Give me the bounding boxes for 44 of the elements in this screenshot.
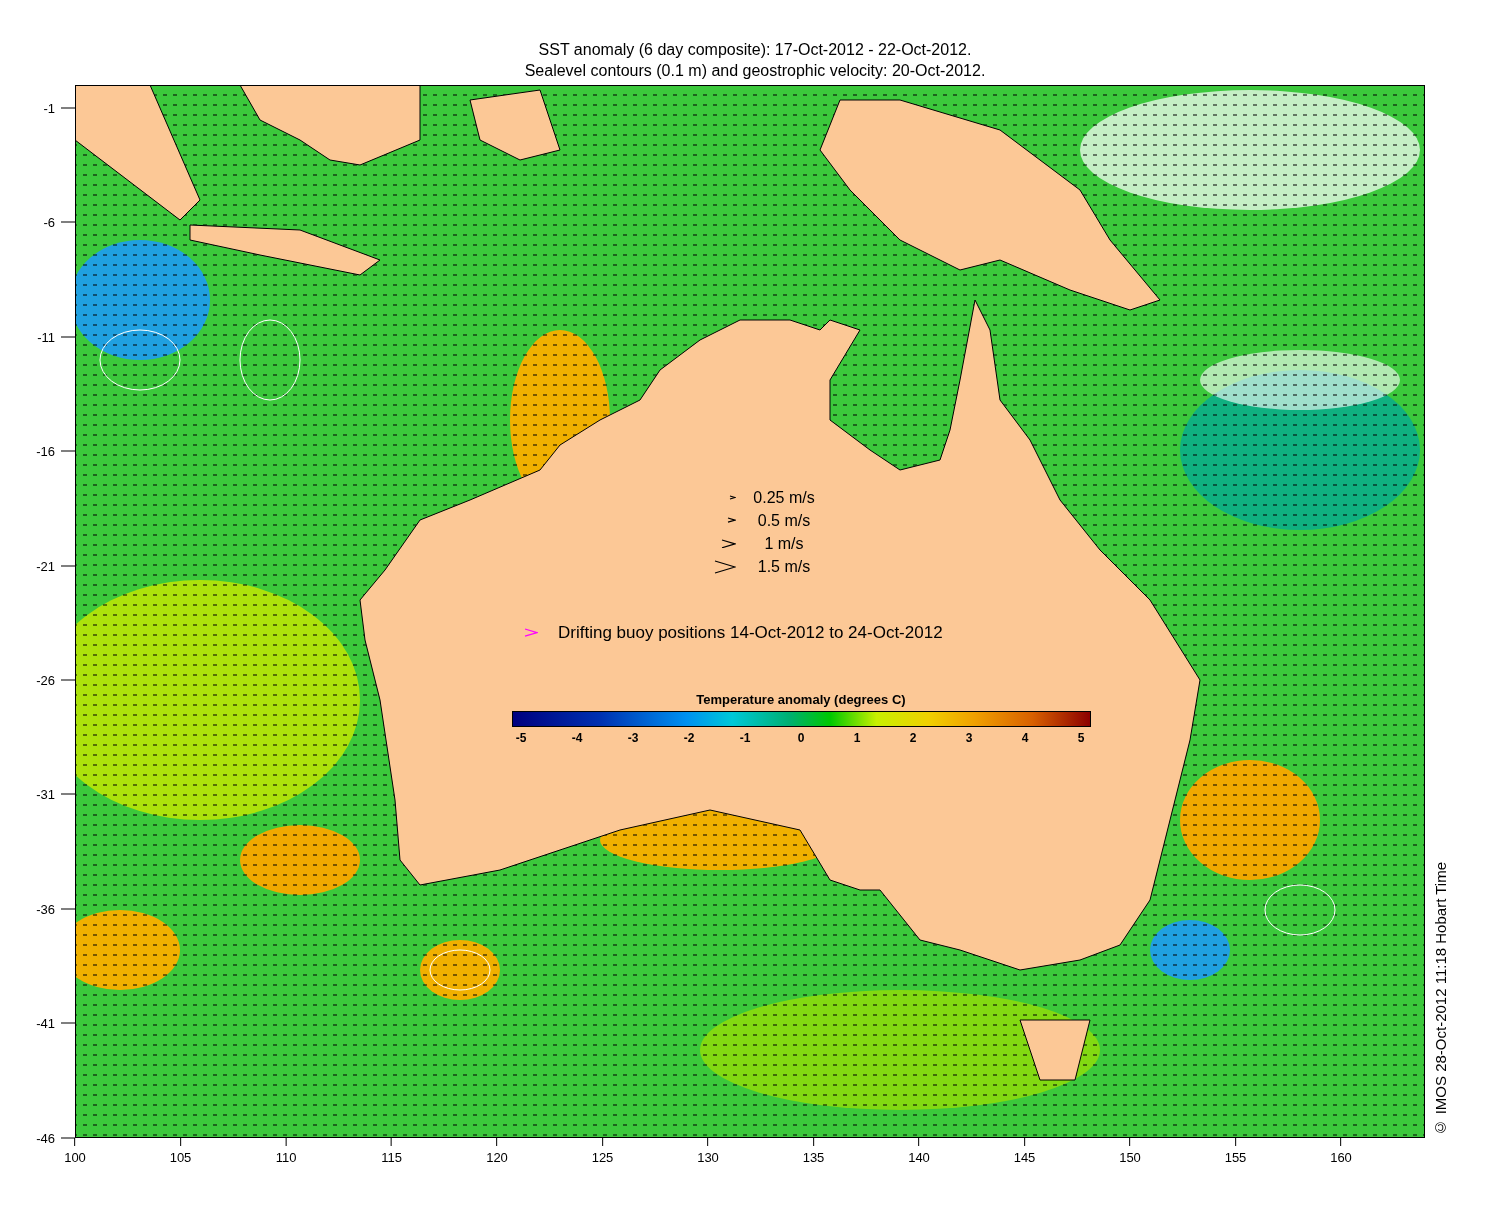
x-tick-label: 140: [908, 1150, 930, 1165]
x-tick-label: 145: [1013, 1150, 1036, 1165]
y-tick-label: -6: [43, 214, 55, 230]
y-tick-label: -46: [36, 1130, 55, 1146]
y-tick-label: -31: [36, 786, 55, 802]
y-tick-label: -16: [36, 443, 55, 459]
colorbar-tick-label: 2: [908, 731, 918, 745]
x-tick-label: 155: [1224, 1150, 1247, 1165]
x-tick-label: 120: [486, 1150, 508, 1165]
x-tick-label: 135: [802, 1150, 825, 1165]
x-tick-label: 105: [169, 1150, 192, 1165]
y-tick-label: -41: [36, 1015, 55, 1031]
colorbar-tick-label: -5: [515, 731, 527, 745]
x-tick-label: 110: [275, 1150, 297, 1165]
x-tick-label: 160: [1330, 1150, 1352, 1165]
colorbar-tick-label: -4: [571, 731, 583, 745]
legend-label: 0.25 m/s: [752, 488, 816, 507]
y-tick-label: -1: [43, 100, 55, 116]
y-tick-label: -36: [36, 901, 55, 917]
x-tick-label: 115: [381, 1150, 402, 1165]
landmass: [1019, 1019, 1091, 1081]
colorbar-tick-label: -3: [627, 731, 639, 745]
colorbar-tick-label: 1: [852, 731, 862, 745]
colorbar-tick-label: 0: [796, 731, 806, 745]
colorbar-tick-label: -1: [739, 731, 751, 745]
legend-label: 1.5 m/s: [756, 557, 812, 576]
credit-text: © IMOS 28-Oct-2012 11:18 Hobart Time: [1431, 862, 1449, 1136]
y-tick-label: -26: [36, 672, 55, 688]
legend-label: 0.5 m/s: [756, 511, 812, 530]
y-tick-label: -11: [37, 329, 55, 345]
legend-label: 1 m/s: [763, 534, 805, 553]
x-tick-label: 130: [697, 1150, 719, 1165]
colorbar-title: Temperature anomaly (degrees C): [696, 692, 906, 707]
chart-title: SST anomaly (6 day composite): 17-Oct-2012 - 22-Oct-2012.: [538, 40, 972, 60]
y-tick-label: -21: [36, 558, 55, 574]
x-tick-label: 100: [64, 1150, 86, 1165]
chart-title: Sealevel contours (0.1 m) and geostrophic velocity: 20-Oct-2012.: [524, 61, 986, 81]
x-tick-label: 150: [1119, 1150, 1141, 1165]
colorbar-tick-label: 4: [1020, 731, 1030, 745]
colorbar-tick-label: 5: [1076, 731, 1086, 745]
colorbar-tick-label: -2: [683, 731, 695, 745]
x-tick-label: 125: [591, 1150, 614, 1165]
colorbar-tick-label: 3: [964, 731, 974, 745]
legend-label: Drifting buoy positions 14-Oct-2012 to 24-Oct-2012: [558, 623, 943, 643]
